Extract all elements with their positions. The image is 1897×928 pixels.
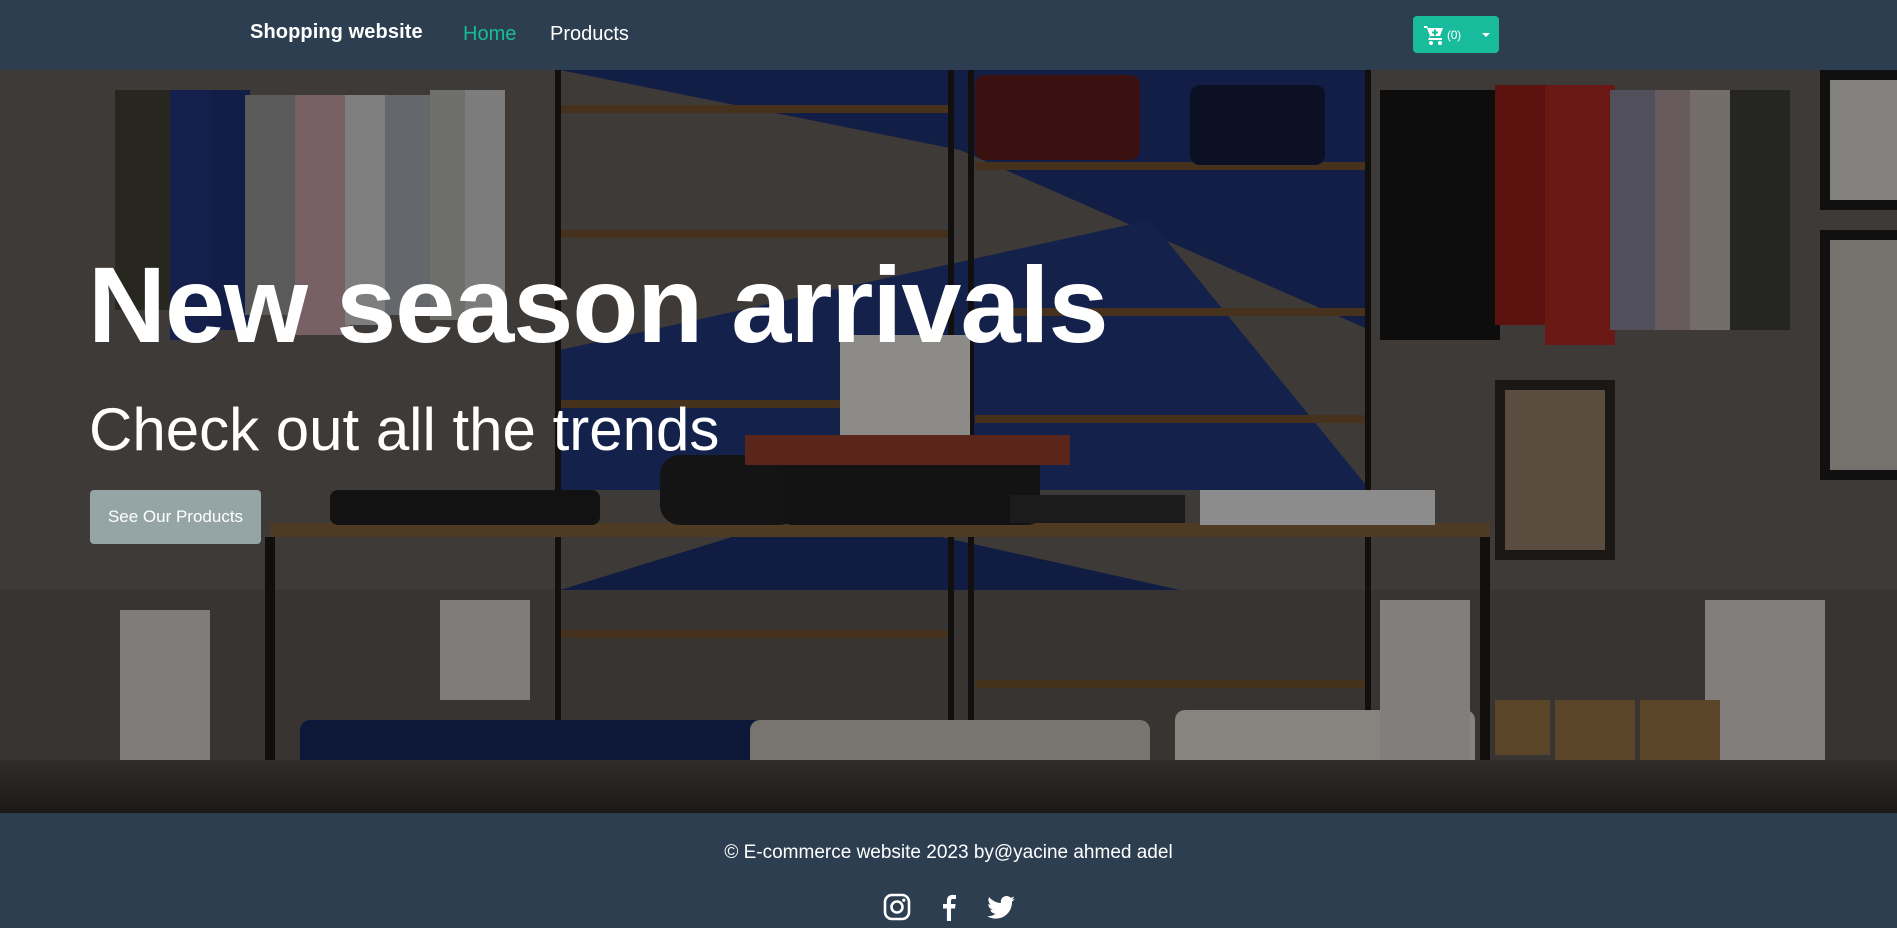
footer-copyright: © E-commerce website 2023 by@yacine ahme…	[724, 842, 1173, 863]
nav-link-products[interactable]: Products	[550, 22, 629, 46]
cart-plus-icon	[1423, 23, 1447, 47]
footer: © E-commerce website 2023 by@yacine ahme…	[0, 813, 1897, 928]
see-products-button[interactable]: See Our Products	[90, 490, 261, 544]
cart-button[interactable]: (0)	[1413, 16, 1473, 53]
instagram-icon[interactable]	[881, 891, 913, 923]
facebook-icon[interactable]	[933, 891, 965, 923]
hero-banner: New season arrivals Check out all the tr…	[0, 70, 1897, 813]
social-links	[0, 891, 1897, 923]
hero-subtitle: Check out all the trends	[89, 396, 720, 463]
navbar: Shopping website Home Products (0)	[0, 0, 1897, 70]
hero-title: New season arrivals	[88, 244, 1109, 365]
twitter-icon[interactable]	[985, 891, 1017, 923]
cart-dropdown-toggle[interactable]	[1473, 16, 1499, 53]
cart-button-group: (0)	[1413, 16, 1499, 53]
cart-count: (0)	[1447, 27, 1461, 42]
nav-link-home[interactable]: Home	[463, 22, 516, 46]
caret-down-icon	[1482, 32, 1490, 37]
brand-title[interactable]: Shopping website	[250, 20, 423, 44]
